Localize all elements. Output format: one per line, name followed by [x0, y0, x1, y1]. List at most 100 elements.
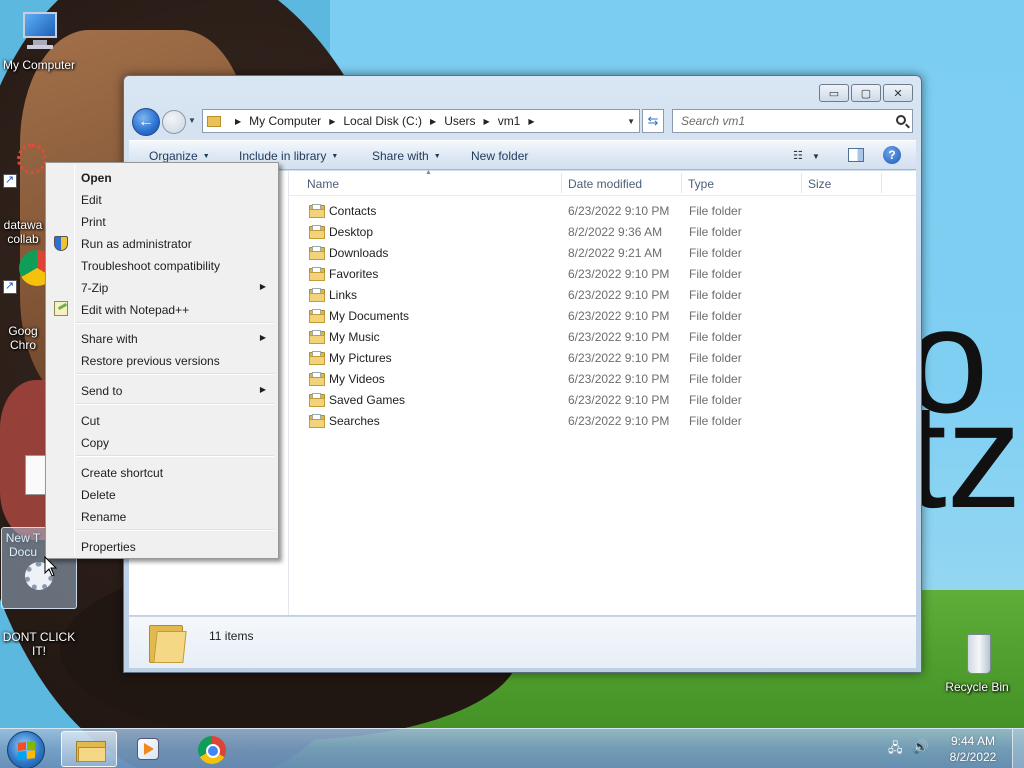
menu-item-print[interactable]: Print	[48, 210, 276, 232]
chevron-right-icon[interactable]: ▶	[329, 117, 335, 126]
recent-pages-dropdown[interactable]: ▼	[188, 116, 196, 125]
minimize-button[interactable]: ▭	[819, 84, 849, 102]
file-name: Favorites	[329, 267, 379, 281]
column-header-name[interactable]: Name	[307, 177, 339, 191]
preview-pane-button[interactable]	[848, 148, 864, 162]
back-button[interactable]: ←	[132, 108, 160, 136]
chevron-right-icon[interactable]: ▶	[235, 117, 241, 126]
close-button[interactable]: ✕	[883, 84, 913, 102]
uac-shield-icon	[54, 236, 68, 251]
menu-item-run-as-administrator[interactable]: Run as administrator	[48, 232, 276, 254]
details-pane: 11 items	[129, 616, 916, 668]
column-divider[interactable]	[561, 173, 562, 193]
file-row[interactable]: Downloads 8/2/2022 9:21 AM File folder	[289, 243, 916, 264]
desktop-icon-google-chrome[interactable]: Goog Chro	[0, 218, 46, 366]
column-divider[interactable]	[681, 173, 682, 193]
menu-separator	[76, 529, 274, 531]
file-row[interactable]: My Documents 6/23/2022 9:10 PM File folder	[289, 306, 916, 327]
menu-item-restore-previous-versions[interactable]: Restore previous versions	[48, 349, 276, 371]
menu-item-label: Cut	[81, 414, 100, 428]
column-divider[interactable]	[801, 173, 802, 193]
desktop-icon-recycle-bin[interactable]: Recycle Bin	[938, 630, 1016, 694]
chevron-right-icon[interactable]: ▶	[430, 117, 436, 126]
taskbar-windows-explorer[interactable]	[61, 731, 117, 767]
media-player-icon	[137, 738, 159, 760]
show-desktop-button[interactable]	[1012, 729, 1024, 768]
file-row[interactable]: Searches 6/23/2022 9:10 PM File folder	[289, 411, 916, 432]
chevron-right-icon[interactable]: ▶	[528, 117, 534, 126]
menu-item-edit[interactable]: Edit	[48, 188, 276, 210]
menu-item-delete[interactable]: Delete	[48, 483, 276, 505]
taskbar-chrome[interactable]	[184, 731, 240, 767]
help-button[interactable]: ?	[883, 146, 901, 164]
start-button[interactable]	[7, 731, 45, 768]
menu-item-7-zip[interactable]: 7-Zip ▶	[48, 276, 276, 298]
address-dropdown-icon[interactable]: ▼	[627, 117, 635, 126]
share-with-menu[interactable]: Share with ▼	[372, 149, 441, 163]
file-date-modified: 6/23/2022 9:10 PM	[568, 330, 670, 344]
taskbar-clock[interactable]: 9:44 AM 8/2/2022	[940, 733, 1006, 765]
column-header-size[interactable]: Size	[808, 177, 831, 191]
submenu-arrow-icon: ▶	[259, 282, 266, 291]
breadcrumb-vm1[interactable]: vm1	[498, 114, 521, 128]
file-row[interactable]: Saved Games 6/23/2022 9:10 PM File folder	[289, 390, 916, 411]
search-input[interactable]: Search vm1	[672, 109, 913, 133]
file-row[interactable]: Contacts 6/23/2022 9:10 PM File folder	[289, 201, 916, 222]
file-row[interactable]: My Music 6/23/2022 9:10 PM File folder	[289, 327, 916, 348]
file-date-modified: 8/2/2022 9:36 AM	[568, 225, 663, 239]
file-name: Contacts	[329, 204, 377, 218]
file-type: File folder	[689, 225, 742, 239]
chevron-down-icon: ▼	[331, 153, 339, 160]
file-row[interactable]: My Videos 6/23/2022 9:10 PM File folder	[289, 369, 916, 390]
menu-item-open[interactable]: Open	[48, 166, 276, 188]
system-tray: 🖧 🔊	[888, 739, 929, 761]
breadcrumb-my-computer[interactable]: My Computer	[249, 114, 321, 128]
include-in-library-label: Include in library	[239, 149, 327, 163]
menu-item-copy[interactable]: Copy	[48, 431, 276, 453]
organize-menu[interactable]: Organize ▼	[149, 149, 210, 163]
column-headers: ▲ Name Date modified Type Size	[289, 169, 916, 196]
file-name: Downloads	[329, 246, 389, 260]
network-icon[interactable]: 🖧	[888, 739, 903, 761]
desktop-icon-my-computer[interactable]: My Computer	[0, 8, 78, 72]
menu-item-send-to[interactable]: Send to ▶	[48, 379, 276, 401]
folder-icon	[149, 621, 187, 663]
file-date-modified: 8/2/2022 9:21 AM	[568, 246, 663, 260]
context-menu: Open Edit Print Run as administrator Trouble…	[45, 162, 279, 559]
folder-icon	[309, 351, 325, 365]
taskbar-media-player[interactable]	[121, 731, 177, 767]
refresh-button[interactable]: ⇆	[642, 109, 664, 133]
file-row[interactable]: My Pictures 6/23/2022 9:10 PM File folder	[289, 348, 916, 369]
change-view-button[interactable]: ☷ ▼	[793, 149, 820, 162]
file-row[interactable]: Desktop 8/2/2022 9:36 AM File folder	[289, 222, 916, 243]
file-row[interactable]: Favorites 6/23/2022 9:10 PM File folder	[289, 264, 916, 285]
menu-item-edit-with-notepad[interactable]: Edit with Notepad++	[48, 298, 276, 320]
maximize-button[interactable]: ▢	[851, 84, 881, 102]
chevron-right-icon[interactable]: ▶	[484, 117, 490, 126]
menu-item-label: Share with	[81, 332, 138, 346]
search-icon[interactable]	[896, 115, 906, 125]
include-in-library-menu[interactable]: Include in library ▼	[239, 149, 338, 163]
file-type: File folder	[689, 288, 742, 302]
menu-item-label: Troubleshoot compatibility	[81, 259, 220, 273]
menu-item-troubleshoot-compatibility[interactable]: Troubleshoot compatibility	[48, 254, 276, 276]
search-placeholder: Search vm1	[681, 114, 746, 128]
address-bar[interactable]: ▶ My Computer ▶ Local Disk (C:) ▶ Users …	[202, 109, 640, 133]
folder-icon	[309, 414, 325, 428]
volume-icon[interactable]: 🔊	[913, 739, 929, 761]
column-divider[interactable]	[881, 173, 882, 193]
breadcrumb-local-disk[interactable]: Local Disk (C:)	[343, 114, 422, 128]
file-row[interactable]: Links 6/23/2022 9:10 PM File folder	[289, 285, 916, 306]
column-header-date-modified[interactable]: Date modified	[568, 177, 642, 191]
menu-item-cut[interactable]: Cut	[48, 409, 276, 431]
menu-item-properties[interactable]: Properties	[48, 535, 276, 557]
column-header-type[interactable]: Type	[688, 177, 714, 191]
folder-icon	[309, 204, 325, 218]
new-folder-button[interactable]: New folder	[471, 149, 528, 163]
folder-icon	[309, 225, 325, 239]
menu-item-rename[interactable]: Rename	[48, 505, 276, 527]
menu-item-create-shortcut[interactable]: Create shortcut	[48, 461, 276, 483]
menu-item-share-with[interactable]: Share with ▶	[48, 327, 276, 349]
breadcrumb-users[interactable]: Users	[444, 114, 475, 128]
forward-button[interactable]	[162, 110, 186, 134]
